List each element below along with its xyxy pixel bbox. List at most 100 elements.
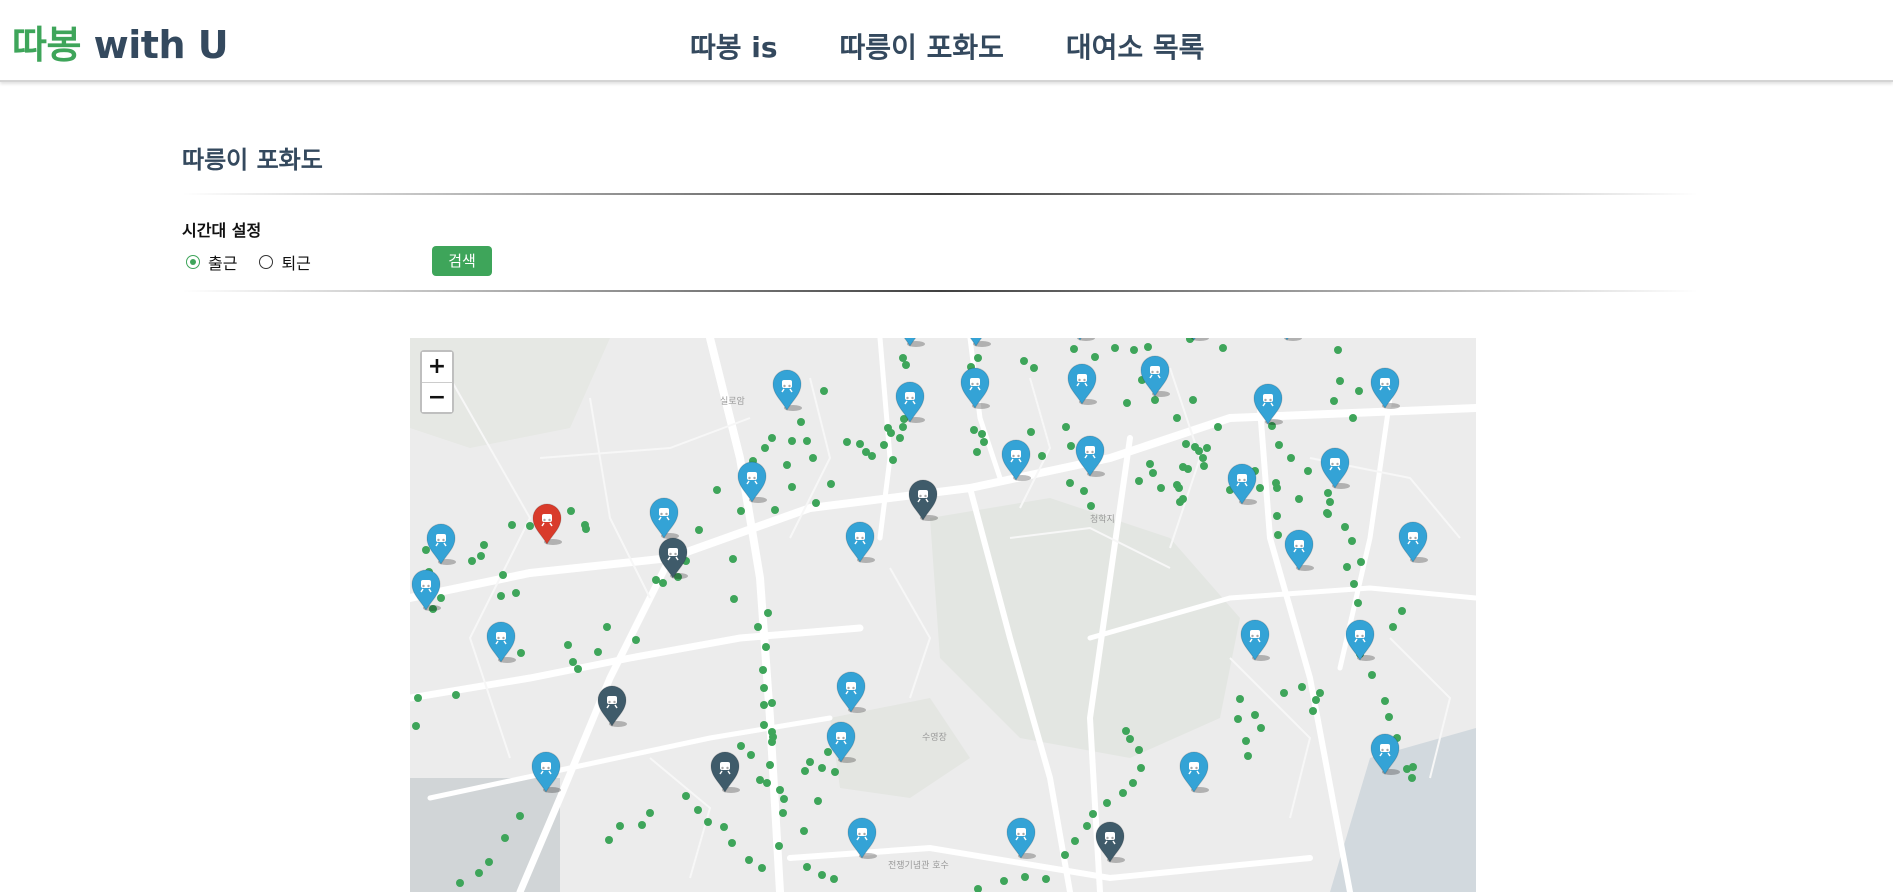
rental-station-dot[interactable] xyxy=(517,649,525,657)
rental-station-dot[interactable] xyxy=(760,721,768,729)
rental-station-dot[interactable] xyxy=(1157,484,1165,492)
rental-station-dot[interactable] xyxy=(704,818,712,826)
rental-station-dot[interactable] xyxy=(1324,510,1332,518)
rental-station-dot[interactable] xyxy=(1274,531,1282,539)
rental-station-dot[interactable] xyxy=(771,506,779,514)
rental-station-dot[interactable] xyxy=(1341,523,1349,531)
nav-item-about[interactable]: 따봉 is xyxy=(690,28,778,68)
rental-station-dot[interactable] xyxy=(1409,763,1417,771)
rental-station-dot[interactable] xyxy=(754,623,762,631)
zoom-out-button[interactable]: − xyxy=(422,382,452,412)
rental-station-dot[interactable] xyxy=(695,526,703,534)
rental-station-dot[interactable] xyxy=(1295,495,1303,503)
rental-station-dot[interactable] xyxy=(763,779,771,787)
rental-station-dot[interactable] xyxy=(1272,479,1280,487)
rental-station-dot[interactable] xyxy=(713,486,721,494)
rental-station-dot[interactable] xyxy=(818,871,826,879)
rental-station-dot[interactable] xyxy=(902,361,910,369)
bike-map[interactable]: 실로암 청학지 수영장 전쟁기념관 호수 + − xyxy=(410,338,1476,892)
rental-station-dot[interactable] xyxy=(889,456,897,464)
rental-station-dot[interactable] xyxy=(899,354,907,362)
rental-station-dot[interactable] xyxy=(760,701,768,709)
rental-station-dot[interactable] xyxy=(730,595,738,603)
rental-station-dot[interactable] xyxy=(412,722,420,730)
rental-station-dot[interactable] xyxy=(1316,689,1324,697)
rental-station-dot[interactable] xyxy=(512,589,520,597)
nav-item-station-list[interactable]: 대여소 목록 xyxy=(1066,28,1205,68)
rental-station-dot[interactable] xyxy=(569,658,577,666)
rental-station-dot[interactable] xyxy=(1381,697,1389,705)
rental-station-dot[interactable] xyxy=(616,822,624,830)
rental-station-dot[interactable] xyxy=(574,665,582,673)
rental-station-dot[interactable] xyxy=(1214,423,1222,431)
rental-station-dot[interactable] xyxy=(737,742,745,750)
rental-station-dot[interactable] xyxy=(896,434,904,442)
rental-station-dot[interactable] xyxy=(1203,444,1211,452)
rental-station-dot[interactable] xyxy=(1236,695,1244,703)
rental-station-dot[interactable] xyxy=(1137,764,1145,772)
rental-station-dot[interactable] xyxy=(728,839,736,847)
rental-station-dot[interactable] xyxy=(788,483,796,491)
rental-station-dot[interactable] xyxy=(1067,442,1075,450)
rental-station-dot[interactable] xyxy=(1175,484,1183,492)
rental-station-dot[interactable] xyxy=(806,758,814,766)
rental-station-dot[interactable] xyxy=(638,821,646,829)
rental-station-dot[interactable] xyxy=(659,579,667,587)
rental-station-dot[interactable] xyxy=(1244,752,1252,760)
rental-station-dot[interactable] xyxy=(768,699,776,707)
rental-station-dot[interactable] xyxy=(468,557,476,565)
rental-station-dot[interactable] xyxy=(1298,683,1306,691)
rental-station-dot[interactable] xyxy=(759,666,767,674)
rental-station-dot[interactable] xyxy=(1312,696,1320,704)
rental-station-dot[interactable] xyxy=(1355,387,1363,395)
rental-station-dot[interactable] xyxy=(1191,443,1199,451)
rental-station-dot[interactable] xyxy=(1304,467,1312,475)
rental-station-dot[interactable] xyxy=(1130,346,1138,354)
rental-station-dot[interactable] xyxy=(747,751,755,759)
rental-station-dot[interactable] xyxy=(812,499,820,507)
rental-station-dot[interactable] xyxy=(827,480,835,488)
rental-station-dot[interactable] xyxy=(1135,746,1143,754)
rental-station-dot[interactable] xyxy=(603,623,611,631)
rental-station-dot[interactable] xyxy=(783,461,791,469)
rental-station-dot[interactable] xyxy=(1350,580,1358,588)
rental-station-dot[interactable] xyxy=(980,438,988,446)
rental-station-dot[interactable] xyxy=(1219,344,1227,352)
rental-station-dot[interactable] xyxy=(1020,357,1028,365)
rental-station-dot[interactable] xyxy=(776,786,784,794)
rental-station-dot[interactable] xyxy=(475,869,483,877)
rental-station-dot[interactable] xyxy=(899,423,907,431)
rental-station-dot[interactable] xyxy=(1389,623,1397,631)
radio-morning[interactable] xyxy=(186,255,200,269)
rental-station-dot[interactable] xyxy=(803,863,811,871)
rental-station-dot[interactable] xyxy=(803,437,811,445)
rental-station-dot[interactable] xyxy=(745,856,753,864)
rental-station-dot[interactable] xyxy=(1189,396,1197,404)
rental-station-dot[interactable] xyxy=(632,636,640,644)
rental-station-dot[interactable] xyxy=(820,387,828,395)
rental-station-dot[interactable] xyxy=(497,592,505,600)
rental-station-dot[interactable] xyxy=(516,812,524,820)
rental-station-dot[interactable] xyxy=(501,834,509,842)
radio-evening-label[interactable]: 퇴근 xyxy=(281,250,310,274)
rental-station-dot[interactable] xyxy=(1287,454,1295,462)
rental-station-dot[interactable] xyxy=(758,864,766,872)
logo[interactable]: 따봉 with U xyxy=(12,20,229,70)
rental-station-dot[interactable] xyxy=(422,546,430,554)
rental-station-dot[interactable] xyxy=(1348,537,1356,545)
rental-station-dot[interactable] xyxy=(1038,452,1046,460)
rental-station-dot[interactable] xyxy=(499,571,507,579)
rental-station-dot[interactable] xyxy=(788,437,796,445)
rental-station-dot[interactable] xyxy=(1061,851,1069,859)
rental-station-dot[interactable] xyxy=(764,609,772,617)
rental-station-dot[interactable] xyxy=(652,576,660,584)
rental-station-dot[interactable] xyxy=(775,842,783,850)
rental-station-dot[interactable] xyxy=(582,525,590,533)
rental-station-dot[interactable] xyxy=(564,641,572,649)
rental-station-dot[interactable] xyxy=(978,430,986,438)
rental-station-dot[interactable] xyxy=(1385,713,1393,721)
rental-station-dot[interactable] xyxy=(1135,477,1143,485)
rental-station-dot[interactable] xyxy=(508,521,516,529)
rental-station-dot[interactable] xyxy=(1149,469,1157,477)
rental-station-dot[interactable] xyxy=(973,448,981,456)
